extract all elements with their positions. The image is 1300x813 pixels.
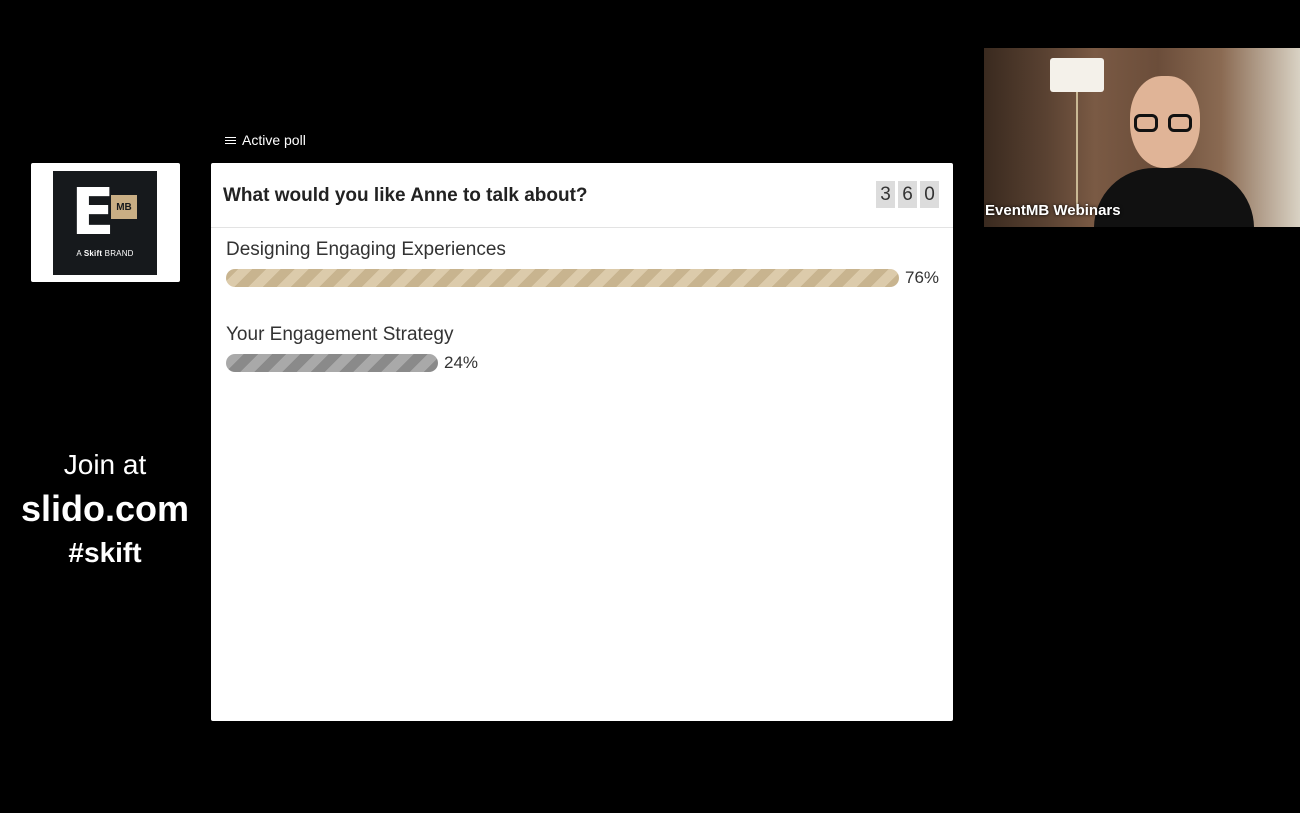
active-poll-label: Active poll: [225, 132, 306, 148]
tagline-suffix: BRAND: [104, 249, 134, 258]
poll-header: What would you like Anne to talk about? …: [211, 163, 953, 228]
vote-counter-digit: 0: [920, 181, 939, 208]
logo-tagline: A Skift BRAND: [53, 249, 157, 258]
event-code: #skift: [68, 537, 142, 568]
list-icon: [225, 136, 236, 145]
eventmb-logo: E MB A Skift BRAND: [53, 171, 157, 275]
logo-badge: MB: [111, 195, 137, 219]
poll-option: Your Engagement Strategy 24%: [226, 324, 478, 373]
result-bar: [226, 354, 438, 372]
poll-option: Designing Engaging Experiences 76%: [226, 239, 939, 288]
join-url: slido.com: [20, 488, 190, 529]
glasses: [1134, 114, 1196, 134]
result-percent: 76%: [905, 268, 940, 287]
join-line: Join at: [63, 449, 147, 480]
background-lamp: [1050, 58, 1104, 92]
section-label: Active poll: [242, 132, 306, 148]
lamp-pole: [1076, 92, 1078, 212]
poll-question: What would you like Anne to talk about?: [223, 185, 588, 206]
vote-counter-digit: 3: [876, 181, 895, 208]
participant-name: EventMB Webinars: [985, 202, 1121, 219]
option-label: Your Engagement Strategy: [226, 324, 454, 345]
vote-counter-digit: 6: [898, 181, 917, 208]
brand-logo-card: E MB A Skift BRAND: [31, 163, 180, 282]
result-percent: 24%: [444, 353, 479, 372]
logo-letter: E: [71, 176, 115, 250]
result-bar: [226, 269, 899, 287]
poll-panel: What would you like Anne to talk about? …: [211, 163, 953, 721]
participant-video[interactable]: EventMB Webinars: [984, 48, 1300, 227]
tagline-brand: Skift: [83, 249, 103, 258]
join-instructions: Join at slido.com #skift: [0, 448, 210, 572]
option-label: Designing Engaging Experiences: [226, 239, 506, 260]
vote-counter: 3 6 0: [876, 181, 939, 208]
tagline-prefix: A: [76, 249, 82, 258]
